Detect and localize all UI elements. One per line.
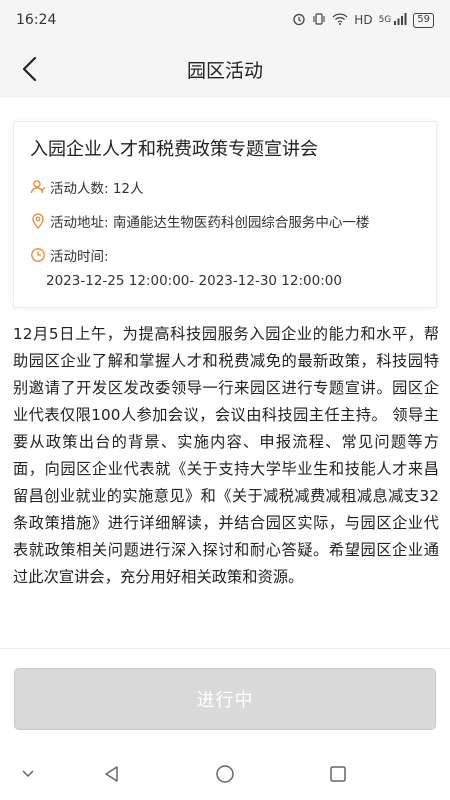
wifi-icon	[332, 12, 348, 29]
battery-icon: 59	[413, 12, 434, 28]
alarm-icon	[292, 12, 306, 29]
network-label: HD	[354, 13, 373, 27]
circle-home-icon	[216, 765, 234, 783]
recents-nav-button[interactable]	[326, 762, 350, 786]
back-nav-button[interactable]	[100, 762, 124, 786]
event-time-label: 活动时间:	[50, 249, 109, 265]
location-pin-icon	[30, 213, 46, 229]
home-nav-button[interactable]	[213, 762, 237, 786]
person-icon	[30, 179, 46, 195]
event-time-value: 2023-12-25 12:00:00- 2023-12-30 12:00:00	[46, 273, 342, 289]
status-icons: HD 5G 59	[292, 12, 434, 29]
event-people: 活动人数: 12人	[50, 181, 144, 197]
vibrate-icon	[312, 12, 326, 29]
status-time: 16:24	[16, 12, 57, 28]
clock-icon	[30, 247, 46, 263]
triangle-back-icon	[105, 766, 118, 782]
bottom-divider	[0, 648, 450, 649]
status-bar: 16:24 HD 5G 59	[0, 0, 450, 40]
back-button[interactable]	[14, 54, 44, 84]
event-info-card: 入园企业人才和税费政策专题宣讲会 活动人数: 12人 活动地址: 南通能达生物医…	[13, 121, 437, 308]
chevron-left-icon	[22, 56, 37, 82]
system-nav-bar	[0, 748, 450, 800]
chevron-down-icon	[22, 770, 34, 778]
event-address-row: 活动地址: 南通能达生物医药科创园综合服务中心一楼	[30, 211, 420, 231]
collapse-button[interactable]	[16, 762, 40, 786]
event-people-row: 活动人数: 12人	[30, 177, 420, 197]
event-address: 活动地址: 南通能达生物医药科创园综合服务中心一楼	[50, 215, 370, 231]
event-time-row: 活动时间:	[30, 245, 420, 265]
event-description: 12月5日上午，为提高科技园服务入园企业的能力和水平，帮助园区企业了解和掌握人才…	[13, 325, 439, 586]
event-title: 入园企业人才和税费政策专题宣讲会	[30, 139, 318, 160]
square-recents-icon	[330, 766, 346, 782]
page-title: 园区活动	[186, 59, 263, 82]
event-status-button[interactable]: 进行中	[14, 668, 436, 730]
signal-icon	[393, 12, 407, 29]
nav-bar: 园区活动	[0, 40, 450, 98]
signal-label: 5G	[378, 15, 392, 25]
